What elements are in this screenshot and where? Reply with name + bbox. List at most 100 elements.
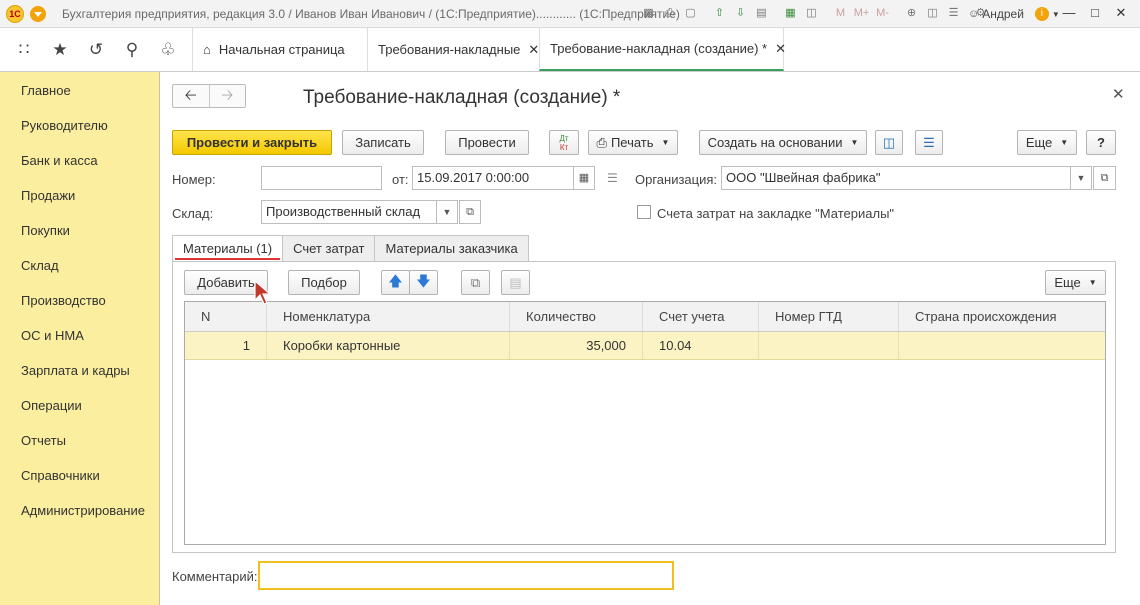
post-and-close-button[interactable]: Провести и закрыть [172,130,332,155]
print-button[interactable]: ⎙ Печать ▼ [588,130,678,155]
sidebar-item-manager[interactable]: Руководителю [0,108,159,143]
warehouse-input[interactable]: Производственный склад [261,200,437,224]
paste-icon[interactable]: ▤ [501,270,530,295]
chevron-down-icon[interactable]: ▼ [436,200,458,224]
sidebar-item-references[interactable]: Справочники [0,458,159,493]
sidebar-item-purchases[interactable]: Покупки [0,213,159,248]
upload-icon[interactable]: ⇧ [711,5,728,22]
chevron-down-icon: ▼ [850,138,859,147]
sidebar-item-reports[interactable]: Отчеты [0,423,159,458]
close-tab-icon[interactable]: ✕ [528,42,539,58]
document-form: 🡠 🡢 Требование-накладная (создание) * ✕ … [160,72,1140,605]
calculator-icon[interactable]: ▦ [782,5,799,22]
tab-requisitions-list[interactable]: Требования-накладные ✕ [367,28,539,71]
column-header-quantity[interactable]: Количество [510,302,643,331]
sidebar-item-warehouse[interactable]: Склад [0,248,159,283]
move-down-icon[interactable]: 🡇 [409,270,438,295]
tab-materials[interactable]: Материалы (1) [172,235,284,262]
close-form-icon[interactable]: ✕ [1112,85,1125,103]
memory-mplus-button[interactable]: M+ [853,5,870,22]
comment-input[interactable] [258,561,674,590]
app-logo: 1С [6,5,24,23]
tab-home[interactable]: ⌂ Начальная страница [192,28,367,71]
forward-arrow-icon[interactable]: 🡢 [210,85,246,107]
cell-gtd[interactable] [759,332,899,359]
maximize-button[interactable]: □ [1084,4,1106,22]
list-icon[interactable]: ☰ [945,5,962,22]
cost-accounts-checkbox[interactable] [637,205,651,219]
column-header-item[interactable]: Номенклатура [267,302,510,331]
user-name[interactable]: Андрей [982,7,1024,21]
panel-icon[interactable]: ◫ [924,5,941,22]
move-up-icon[interactable]: 🡅 [381,270,410,295]
cell-quantity[interactable]: 35,000 [510,332,643,359]
minimize-button[interactable]: — [1058,4,1080,22]
info-icon[interactable]: i [1034,7,1049,21]
sections-panel: Главное Руководителю Банк и касса Продаж… [0,72,160,605]
column-header-gtd[interactable]: Номер ГТД [759,302,899,331]
document-list-icon[interactable]: ☰ [915,130,943,155]
structure-icon[interactable]: ◫ [875,130,903,155]
tab-requisition-create[interactable]: Требование-накладная (создание) * ✕ [539,28,786,71]
chevron-down-icon[interactable]: ▼ [1070,166,1092,190]
zoom-icon[interactable]: ⊕ [903,5,920,22]
organization-input[interactable]: ООО "Швейная фабрика" [721,166,1071,190]
save-icon[interactable]: ▩ [640,5,657,22]
favorites-star-icon[interactable]: ★ [46,36,74,64]
sidebar-item-fixed-assets[interactable]: ОС и НМА [0,318,159,353]
history-list-icon[interactable]: ☰ [607,171,618,185]
tab-cost-account[interactable]: Счет затрат [282,235,376,262]
column-header-account[interactable]: Счет учета [643,302,759,331]
open-organization-icon[interactable]: ⧉ [1093,166,1116,190]
home-icon: ⌂ [203,42,211,57]
pick-button[interactable]: Подбор [288,270,360,295]
sidebar-item-operations[interactable]: Операции [0,388,159,423]
open-warehouse-icon[interactable]: ⧉ [459,200,481,224]
date-input[interactable]: 15.09.2017 0:00:00 [412,166,574,190]
back-arrow-icon[interactable]: 🡠 [173,85,210,107]
table-more-button[interactable]: Еще ▼ [1045,270,1106,295]
cell-account[interactable]: 10.04 [643,332,759,359]
post-button[interactable]: Провести [445,130,529,155]
sidebar-item-administration[interactable]: Администрирование [0,493,159,528]
printer-icon: ⎙ [596,134,607,150]
preview-icon[interactable]: ▢ [682,5,699,22]
sidebar-item-bank[interactable]: Банк и касса [0,143,159,178]
help-button[interactable]: ? [1086,130,1116,155]
save-button[interactable]: Записать [342,130,424,155]
history-icon[interactable]: ↺ [82,36,110,64]
dt-kt-button[interactable]: Дт Кт [549,130,579,155]
more-button[interactable]: Еще ▼ [1017,130,1077,155]
sidebar-item-main[interactable]: Главное [0,73,159,108]
nav-buttons: 🡠 🡢 [172,84,246,108]
calendar-icon[interactable]: ◫ [803,5,820,22]
calendar-icon[interactable]: ▦ [573,166,595,190]
download-icon[interactable]: ⇩ [732,5,749,22]
cell-item[interactable]: Коробки картонные [267,332,510,359]
memory-m-button[interactable]: M [832,5,849,22]
chevron-down-icon: ▼ [1060,138,1069,147]
tab-customer-materials[interactable]: Материалы заказчика [374,235,529,262]
memory-mminus-button[interactable]: M- [874,5,891,22]
column-header-n[interactable]: N [185,302,267,331]
search-icon[interactable]: ⚲ [118,36,146,64]
close-tab-icon[interactable]: ✕ [775,41,786,57]
sections-grid-icon[interactable]: ∷ [10,36,38,64]
create-based-on-button[interactable]: Создать на основании ▼ [699,130,867,155]
print-icon[interactable]: ⎙ [661,5,678,22]
column-header-country[interactable]: Страна происхождения [899,302,1105,331]
table-row[interactable]: 1 Коробки картонные 35,000 10.04 [185,332,1105,360]
copy-icon[interactable]: ⧉ [461,270,490,295]
window-titlebar: 1С Бухгалтерия предприятия, редакция 3.0… [0,0,1140,28]
main-menu-button[interactable] [30,6,46,22]
sidebar-item-sales[interactable]: Продажи [0,178,159,213]
number-input[interactable] [261,166,382,190]
cell-country[interactable] [899,332,1105,359]
close-window-button[interactable]: ✕ [1110,4,1132,22]
notifications-bell-icon[interactable]: ♧ [154,36,182,64]
compare-icon[interactable]: ▤ [753,5,770,22]
sidebar-item-payroll[interactable]: Зарплата и кадры [0,353,159,388]
sidebar-item-production[interactable]: Производство [0,283,159,318]
form-title: Требование-накладная (создание) * [303,87,621,108]
cell-n[interactable]: 1 [185,332,267,359]
